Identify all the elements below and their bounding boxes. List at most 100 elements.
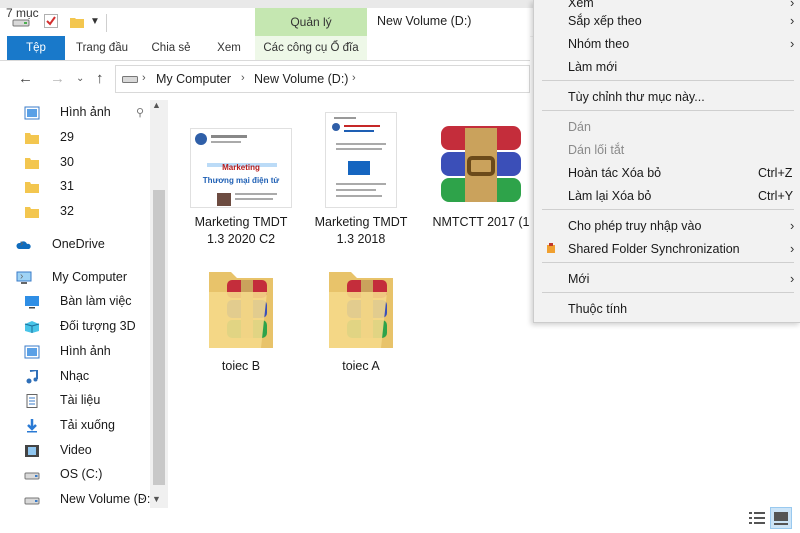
- file-name: Marketing TMDT: [314, 215, 408, 229]
- menu-separator: [542, 292, 794, 293]
- desktop-icon: [24, 295, 40, 309]
- menu-item[interactable]: Mới ›: [534, 268, 800, 290]
- sidebar-item-label: OneDrive: [52, 237, 105, 251]
- recent-locations-chevron-icon[interactable]: ⌄: [76, 73, 84, 84]
- menu-item: Dán lối tắt: [534, 139, 800, 161]
- pin-icon[interactable]: ⚲: [136, 106, 144, 119]
- sidebar-item-label: Hình ảnh: [60, 344, 111, 358]
- breadcrumb-chevron-icon[interactable]: ›: [352, 72, 356, 84]
- sync-folder-icon: [547, 243, 555, 254]
- pictures-icon: [24, 106, 40, 120]
- sidebar-item[interactable]: 31: [0, 176, 150, 198]
- file-item[interactable]: NMTCTT 2017 (1: [426, 108, 536, 231]
- sidebar-item[interactable]: My Computer ›: [0, 267, 150, 289]
- sidebar-scrollbar-thumb[interactable]: [153, 190, 165, 485]
- menu-item[interactable]: Cho phép truy nhập vào ›: [534, 215, 800, 237]
- sidebar-item[interactable]: Hình ảnh ⚲: [0, 102, 150, 124]
- sidebar-item-label: 29: [60, 130, 74, 144]
- sidebar-item[interactable]: Bàn làm việc: [0, 291, 150, 313]
- tab-home[interactable]: Trang đầu: [70, 36, 134, 60]
- address-bar[interactable]: › My Computer › New Volume (D:) ›: [115, 65, 530, 93]
- drive-icon: [24, 493, 40, 507]
- file-item[interactable]: Marketing Thương mại điện tử Marketing TMD…: [186, 108, 296, 248]
- file-name: NMTCTT 2017 (1: [432, 215, 530, 229]
- menu-item[interactable]: Thuộc tính: [534, 298, 800, 320]
- file-list: Marketing Thương mại điện tử Marketing TMD…: [170, 100, 530, 500]
- menu-item-label: Xem: [568, 0, 594, 10]
- breadcrumb-chevron-icon[interactable]: ›: [241, 72, 245, 84]
- submenu-chevron-icon: ›: [790, 218, 795, 233]
- file-name: toiec A: [342, 359, 380, 373]
- breadcrumb-new-volume[interactable]: New Volume (D:): [254, 72, 348, 86]
- sidebar-item[interactable]: Tài liệu: [0, 390, 150, 412]
- menu-item[interactable]: Sắp xếp theo ›: [534, 10, 800, 32]
- sidebar-item-label: 32: [60, 204, 74, 218]
- sidebar-item-label: Video: [60, 443, 92, 457]
- sidebar-item-label: Tài liệu: [60, 393, 101, 407]
- menu-item-label: Shared Folder Synchronization: [568, 242, 740, 256]
- file-item[interactable]: toiec B: [186, 252, 296, 375]
- sidebar-item[interactable]: Nhạc: [0, 366, 150, 388]
- large-icons-view-button[interactable]: [770, 507, 792, 529]
- drive-icon: [24, 468, 40, 482]
- sidebar-item-label: My Computer: [52, 270, 128, 284]
- menu-item-label: Nhóm theo: [568, 37, 630, 51]
- breadcrumb-my-computer[interactable]: My Computer: [156, 72, 231, 86]
- details-view-icon[interactable]: [748, 510, 766, 526]
- sidebar-item-label: Đối tượng 3D: [60, 319, 136, 333]
- file-name-line2: 1.3 2018: [336, 232, 386, 246]
- sidebar-item-label: Hình ảnh: [60, 105, 111, 119]
- item-count: 7 mục: [6, 6, 39, 20]
- tab-view[interactable]: Xem: [205, 36, 253, 60]
- menu-item[interactable]: Shared Folder Synchronization ›: [534, 238, 800, 260]
- properties-check-icon[interactable]: [44, 14, 58, 28]
- menu-separator: [542, 110, 794, 111]
- expand-chevron-icon[interactable]: ›: [20, 271, 23, 282]
- menu-item[interactable]: Hoàn tác Xóa bỏ Ctrl+Z: [534, 162, 800, 184]
- sidebar-item[interactable]: OneDrive ›: [0, 234, 150, 256]
- menu-item[interactable]: Làm mới: [534, 56, 800, 78]
- sidebar-item[interactable]: New Volume (D:) ⌄: [0, 489, 154, 508]
- up-arrow-icon[interactable]: ↑: [96, 70, 104, 87]
- submenu-chevron-icon: ›: [790, 36, 795, 51]
- tab-share[interactable]: Chia sẻ: [142, 36, 200, 60]
- scroll-down-icon[interactable]: ▼: [152, 494, 161, 504]
- new-folder-icon[interactable]: [70, 16, 84, 28]
- sidebar-item[interactable]: 32: [0, 201, 150, 223]
- winrar-archive-icon: [441, 126, 521, 202]
- tab-drive-tools[interactable]: Các công cụ Ổ đĩa: [255, 36, 367, 60]
- forward-arrow-icon[interactable]: →: [50, 70, 65, 87]
- back-arrow-icon[interactable]: ←: [18, 70, 33, 87]
- ribbon-tabs: Tệp Trang đầu Chia sẻ Xem Các công cụ Ổ …: [0, 36, 530, 61]
- menu-item: Dán: [534, 116, 800, 138]
- file-item[interactable]: Marketing TMDT 1.3 2018: [306, 108, 416, 248]
- sidebar-item-label: OS (C:): [60, 467, 103, 481]
- cube-3d-icon: [24, 320, 40, 334]
- menu-item-label: Dán: [568, 120, 591, 134]
- quick-access-dropdown-icon[interactable]: ▼: [90, 16, 104, 30]
- menu-item[interactable]: Tùy chỉnh thư mục này...: [534, 86, 800, 108]
- sidebar-item[interactable]: Video: [0, 440, 150, 462]
- breadcrumb-chevron-icon[interactable]: ›: [142, 72, 146, 84]
- sidebar-item[interactable]: 29: [0, 127, 150, 149]
- tab-file[interactable]: Tệp: [7, 36, 65, 60]
- folder-icon: [24, 180, 40, 194]
- manage-context-tab[interactable]: Quản lý: [255, 8, 367, 36]
- toolbar-divider: [106, 14, 107, 32]
- menu-item[interactable]: Nhóm theo ›: [534, 33, 800, 55]
- menu-item[interactable]: Làm lại Xóa bỏ Ctrl+Y: [534, 185, 800, 207]
- sidebar-item[interactable]: OS (C:): [0, 464, 150, 486]
- sidebar-item-label: 31: [60, 179, 74, 193]
- scroll-up-icon[interactable]: ▲: [152, 100, 161, 110]
- submenu-chevron-icon: ›: [790, 271, 795, 286]
- sidebar-item[interactable]: Đối tượng 3D: [0, 316, 150, 338]
- pictures-icon: [24, 345, 40, 359]
- sidebar-item[interactable]: Tải xuống: [0, 415, 150, 437]
- expand-chevron-icon[interactable]: ›: [20, 238, 23, 249]
- menu-item-label: Tùy chỉnh thư mục này...: [568, 90, 705, 104]
- sidebar-item[interactable]: 30: [0, 152, 150, 174]
- sidebar-item[interactable]: Hình ảnh: [0, 341, 150, 363]
- file-item[interactable]: toiec A: [306, 252, 416, 375]
- chevron-down-icon[interactable]: ⌄: [138, 492, 146, 503]
- file-name: toiec B: [221, 359, 261, 373]
